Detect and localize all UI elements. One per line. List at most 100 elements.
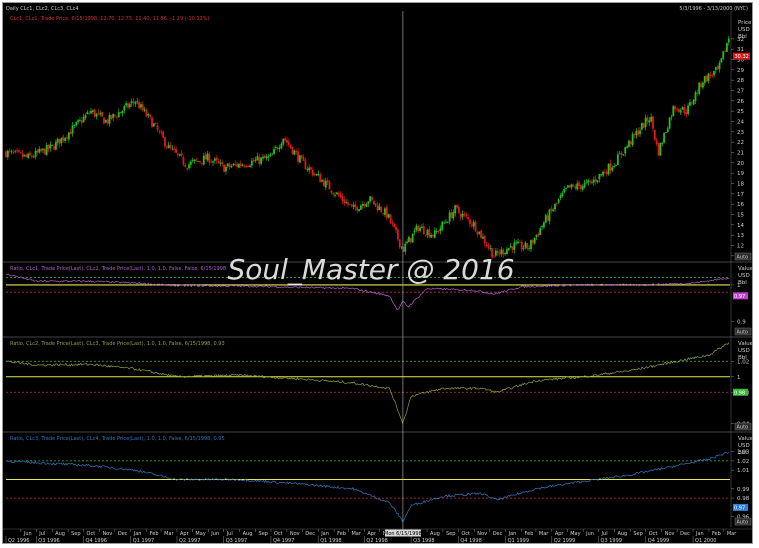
ratio-legend: Ratio, CLc3, Trade Price(Last), CLc4, Tr… [10, 436, 225, 442]
quarter-label: Q1 2000 [695, 538, 716, 543]
candle-body [18, 150, 20, 152]
candle-body [223, 164, 226, 173]
candle-body [631, 133, 634, 146]
candle-body [6, 150, 9, 158]
quarter-label: Q3 1997 [226, 538, 247, 543]
candle-body [19, 152, 22, 153]
candle-body [154, 123, 157, 125]
candle-body [528, 248, 531, 250]
candle-body [480, 230, 482, 239]
candle-body [652, 116, 654, 129]
month-label: Nov [102, 531, 112, 537]
candle-body [576, 183, 579, 190]
candle-body [565, 187, 567, 189]
last-price-label: 30.32 [735, 54, 749, 60]
quarter-label: Q3 1998 [413, 538, 434, 543]
month-label: Aug [55, 531, 65, 537]
month-label: Feb [337, 531, 346, 537]
candle-body [404, 243, 407, 252]
candle-body [280, 143, 283, 148]
candle-body [602, 171, 604, 176]
ratio-tick-label: 1.01 [737, 468, 749, 474]
candle-body [411, 233, 414, 243]
ratio-axis-unit: USD [738, 443, 750, 449]
candle-body [239, 163, 242, 166]
month-label: Dec [305, 531, 315, 537]
candle-body [533, 237, 536, 244]
candle-body [380, 207, 383, 212]
candle-body [273, 149, 275, 154]
candle-body [236, 164, 238, 167]
month-label: Mar [164, 531, 174, 537]
month-label: Feb [525, 531, 534, 537]
candle-body [581, 186, 584, 190]
month-label: Mar [351, 531, 361, 537]
quarter-label: Q4 1997 [273, 538, 294, 543]
candle-body [138, 101, 140, 109]
candle-body [16, 150, 18, 152]
candle-body [433, 230, 436, 238]
candle-body [417, 226, 420, 232]
candle-body [347, 202, 349, 205]
month-label: Sep [446, 531, 455, 537]
candle-body [409, 237, 412, 242]
candle-body [88, 112, 91, 114]
candle-body [184, 165, 187, 167]
candle-body [160, 131, 163, 133]
ratio-tick-label: 1.02 [737, 359, 749, 365]
candle-body [393, 223, 396, 228]
candle-body [215, 157, 218, 161]
price-tick-label: 20 [737, 161, 744, 167]
candle-body [598, 173, 601, 180]
candle-body [173, 148, 176, 150]
candle-body [182, 157, 185, 165]
candle-body [474, 221, 477, 232]
candle-body [287, 141, 290, 145]
month-label: Oct [461, 531, 470, 537]
candle-body [201, 162, 203, 164]
candle-body [596, 180, 599, 183]
candle-body [396, 229, 399, 240]
candle-body [472, 222, 475, 227]
candle-body [727, 38, 730, 43]
candle-body [713, 70, 715, 76]
month-label: Oct [649, 531, 658, 537]
month-label: Aug [430, 531, 440, 537]
candle-body [334, 194, 336, 196]
candle-body [249, 165, 251, 168]
candle-body [548, 209, 551, 222]
month-label: Apr [180, 531, 190, 537]
candle-body [467, 217, 470, 219]
candle-body [515, 242, 518, 244]
candle-body [701, 82, 704, 88]
candle-body [123, 106, 126, 111]
candle-body [485, 244, 488, 247]
auto-scale-label: Auto [737, 330, 749, 336]
candle-body [25, 154, 28, 157]
candle-body [626, 146, 628, 148]
price-tick-label: 27 [737, 89, 744, 95]
candle-body [245, 166, 248, 168]
candle-body [365, 204, 368, 208]
month-label: Jun [23, 531, 32, 537]
candle-body [67, 132, 70, 140]
ratio-legend: Ratio, CLc2, Trade Price(Last), CLc3, Tr… [10, 341, 225, 347]
candle-body [326, 180, 329, 182]
price-tick-label: 32 [737, 37, 744, 43]
candle-body [461, 213, 464, 217]
candle-body [284, 138, 287, 141]
candle-body [343, 199, 346, 204]
month-label: Jun [585, 531, 594, 537]
candle-body [361, 204, 364, 206]
candle-body [254, 159, 257, 161]
candle-body [260, 157, 262, 164]
month-label: Sep [633, 531, 642, 537]
last-value-label: 0.98 [734, 390, 745, 396]
candle-body [426, 230, 429, 235]
candle-body [585, 181, 588, 183]
candle-body [21, 153, 24, 158]
candle-body [670, 116, 673, 118]
quarter-label: Q1 1997 [133, 538, 154, 543]
candle-body [657, 143, 660, 156]
candle-body [125, 103, 128, 106]
